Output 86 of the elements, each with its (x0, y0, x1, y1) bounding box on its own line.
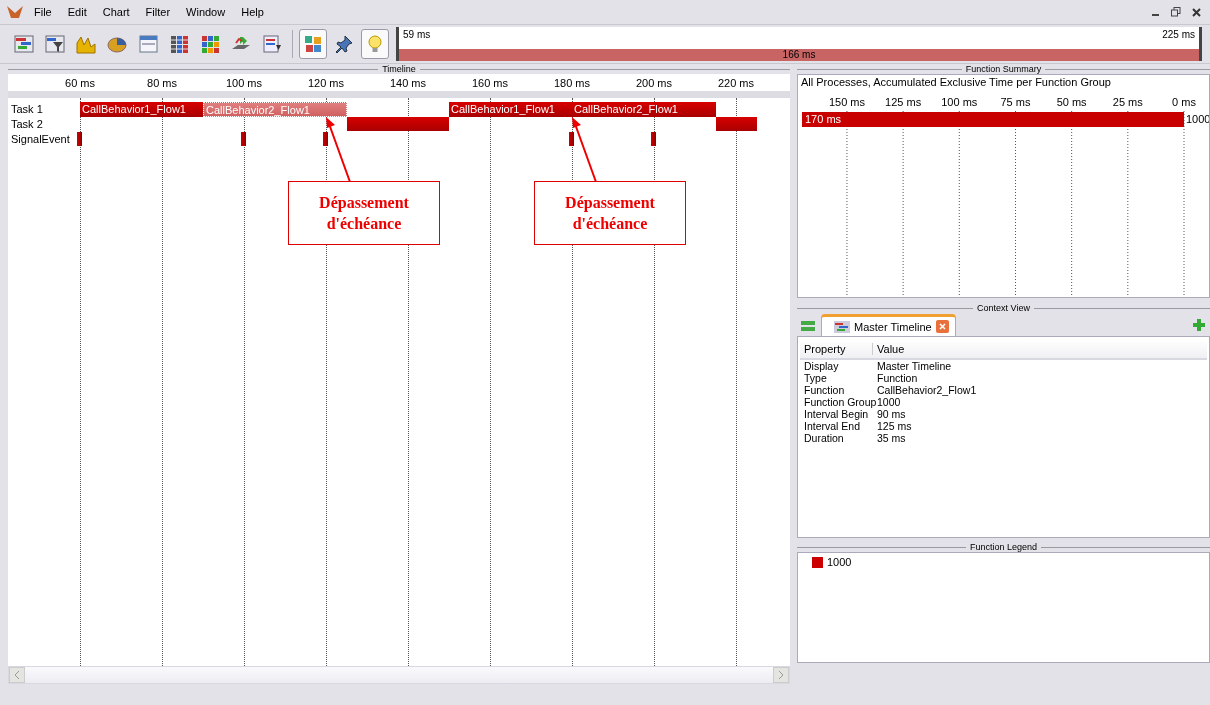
chevron-left-icon (14, 671, 20, 679)
table-cell-text: Display (803, 360, 840, 372)
bar-value-label: 170 ms (805, 113, 842, 125)
gantt-filter-icon (44, 33, 66, 55)
tick-label: 0 ms (1172, 96, 1196, 108)
lane-label: Task 1 (11, 103, 43, 115)
pin-icon (333, 33, 355, 55)
tick-label: 80 ms (147, 77, 177, 89)
table-cell-text: Type (803, 372, 828, 384)
menu-item[interactable]: Filter (139, 4, 177, 20)
tick-label: 160 ms (471, 77, 509, 89)
menu-item[interactable]: Chart (96, 4, 136, 20)
list-icon (801, 320, 815, 332)
section-title: Function Summary (965, 64, 1042, 74)
table-cell-text: Function (803, 384, 846, 396)
menu-item[interactable]: Help (235, 4, 270, 20)
lane-label: SignalEvent (11, 133, 70, 145)
tick-label: 125 ms (885, 96, 922, 108)
gantt-chart-icon (834, 320, 850, 333)
view-tab[interactable]: Master Timeline (821, 314, 956, 336)
event-marker[interactable] (651, 132, 656, 146)
range-start: 59 ms (403, 29, 431, 42)
tick-label: 60 ms (65, 77, 95, 89)
menu-item[interactable]: Window (180, 4, 232, 20)
list-arrow-icon (261, 33, 283, 55)
table-cell-text: Interval End (803, 420, 862, 432)
table-cell-text: Master Timeline (876, 360, 952, 372)
overview-strip[interactable]: 59 ms 225 ms 166 ms (396, 27, 1202, 61)
scroll-right-button[interactable] (773, 667, 789, 683)
tick-label: 100 ms (941, 96, 978, 108)
event-marker[interactable] (77, 132, 82, 146)
cubes-icon (302, 33, 324, 55)
add-icon[interactable] (1192, 318, 1206, 332)
close-icon[interactable] (935, 320, 949, 333)
task-segment[interactable] (715, 117, 757, 131)
event-marker[interactable] (569, 132, 574, 146)
range-end: 225 ms (1162, 29, 1195, 42)
section-title: Function Legend (969, 542, 1038, 552)
tick-label: 50 ms (1056, 96, 1087, 108)
callout-arrow (324, 117, 354, 183)
tick-label: 200 ms (635, 77, 673, 89)
table-cell-text: Interval Begin (803, 408, 870, 420)
tick-label: 220 ms (717, 77, 755, 89)
gantt-chart-icon (13, 33, 35, 55)
tick-label: 25 ms (1112, 96, 1143, 108)
tick-label: 120 ms (307, 77, 345, 89)
event-marker[interactable] (241, 132, 246, 146)
restore-button[interactable] (1168, 4, 1184, 20)
table-cell-text: 90 ms (876, 408, 906, 420)
horizontal-scrollbar[interactable] (8, 666, 790, 684)
chart-title: All Processes, Accumulated Exclusive Time per Function Group (801, 76, 1111, 88)
table-cell-text: Function (876, 372, 918, 384)
task-segment[interactable]: CallBehavior1_Flow1 (449, 102, 572, 117)
section-title: Timeline (382, 64, 416, 74)
chevron-right-icon (778, 671, 784, 679)
color-grid-icon (199, 33, 221, 55)
column-header[interactable]: Property (800, 342, 873, 355)
column-header[interactable]: Value (873, 342, 905, 355)
task-segment[interactable]: CallBehavior1_Flow1 (80, 102, 203, 117)
callout-note: Dépassement d'échéance (534, 181, 686, 245)
tick-label: 180 ms (553, 77, 591, 89)
tick-label: 150 ms (828, 96, 865, 108)
table-cell-text: Duration (803, 432, 845, 444)
menu-item[interactable]: File (28, 4, 58, 20)
event-marker[interactable] (323, 132, 328, 146)
table-cell-text: 125 ms (876, 420, 912, 432)
lane-label: Task 2 (11, 118, 43, 130)
task-segment[interactable]: CallBehavior2_Flow1 (572, 102, 716, 117)
section-title: Context View (977, 303, 1030, 313)
app-logo-icon (6, 5, 24, 19)
tick-label: 140 ms (389, 77, 427, 89)
grid-icon (168, 33, 190, 55)
scroll-left-button[interactable] (9, 667, 25, 683)
callout-arrow (570, 117, 600, 183)
cubes-button[interactable] (299, 29, 327, 59)
close-icon (1191, 7, 1201, 17)
table-cell-text: CallBehavior2_Flow1 (876, 384, 977, 396)
window-icon (137, 33, 159, 55)
range-center: 166 ms (782, 49, 816, 61)
tick-label: 75 ms (1000, 96, 1031, 108)
callout-note: Dépassement d'échéance (288, 181, 440, 245)
legend-label[interactable]: 1000 (827, 556, 852, 568)
restore-icon (1171, 7, 1181, 17)
table-cell-text: 35 ms (876, 432, 906, 444)
tick-label: 100 ms (225, 77, 263, 89)
menu-item[interactable]: Edit (61, 4, 93, 20)
